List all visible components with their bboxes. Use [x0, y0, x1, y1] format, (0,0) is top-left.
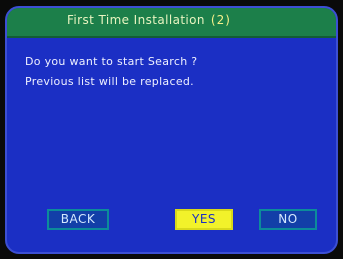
message-line-1: Do you want to start Search ?	[25, 55, 198, 68]
tv-screen: First Time Installation (2) Do you want t…	[0, 0, 343, 259]
dialog-message: Do you want to start Search ? Previous l…	[25, 52, 197, 92]
dialog-step-number: (2)	[210, 13, 231, 27]
dialog-title-bar: First Time Installation (2)	[7, 8, 336, 38]
message-line-2: Previous list will be replaced.	[25, 75, 194, 88]
back-button[interactable]: BACK	[47, 209, 109, 230]
installation-dialog: First Time Installation (2) Do you want t…	[5, 6, 338, 254]
dialog-title-label: First Time Installation	[67, 13, 205, 27]
dialog-title: First Time Installation (2)	[67, 13, 332, 27]
no-button[interactable]: NO	[259, 209, 317, 230]
yes-button[interactable]: YES	[175, 209, 233, 230]
